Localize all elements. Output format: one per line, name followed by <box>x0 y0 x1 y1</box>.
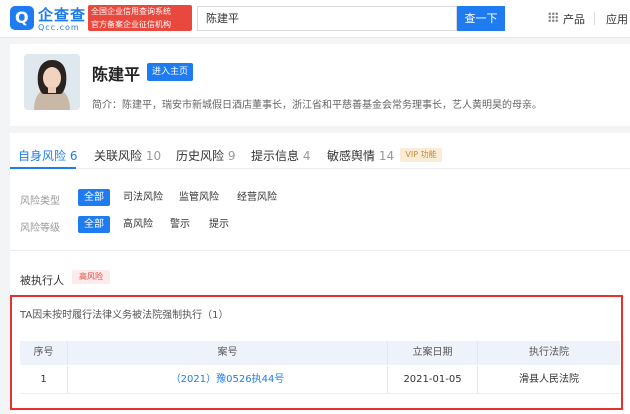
section-divider <box>10 250 630 251</box>
badge-line-2: 官方备案企业征信机构 <box>91 20 171 29</box>
nav-product[interactable]: 产品 <box>563 11 585 27</box>
tab-label: 关联风险 <box>94 149 143 163</box>
tab-hint-info[interactable]: 提示信息 4 <box>251 147 310 164</box>
enter-homepage-button[interactable]: 进入主页 <box>147 63 193 81</box>
grid-menu-icon[interactable] <box>548 12 558 22</box>
column-header: 执行法院 <box>529 347 569 358</box>
active-tab-underline <box>10 167 76 169</box>
filter-level-all[interactable]: 全部 <box>78 216 110 233</box>
tab-count: 6 <box>69 149 78 163</box>
search-input[interactable]: 陈建平 <box>197 6 457 31</box>
high-risk-badge: 高风险 <box>72 270 110 284</box>
tab-sensitive-news[interactable]: 敏感舆情 14 <box>327 147 394 164</box>
case-number-link[interactable]: （2021）豫0526执44号 <box>68 366 388 393</box>
tab-label: 敏感舆情 <box>327 149 376 163</box>
filter-type-all[interactable]: 全部 <box>78 189 110 206</box>
table-header: 序号 案号 立案日期 执行法院 <box>20 341 620 365</box>
search-button[interactable]: 查一下 <box>457 6 505 31</box>
logo-domain: Qcc.com <box>38 23 80 32</box>
filter-type-regulatory[interactable]: 监管风险 <box>179 189 219 206</box>
tab-count: 14 <box>378 149 395 163</box>
filter-type-judicial[interactable]: 司法风险 <box>123 189 163 206</box>
risk-panel: 自身风险 6 关联风险 10 历史风险 9 提示信息 4 敏感舆情 14 VIP… <box>10 133 630 414</box>
person-bio: 简介：陈建平，瑞安市新城假日酒店董事长，浙江省和平慈善基金会常务理事长，艺人黄明… <box>92 100 542 111</box>
filter-type-operational[interactable]: 经营风险 <box>237 189 277 206</box>
column-header: 立案日期 <box>388 341 478 365</box>
tab-label: 历史风险 <box>176 149 225 163</box>
badge-line-1: 全国企业信用查询系统 <box>91 7 171 16</box>
vip-feature-tag: VIP 功能 <box>400 148 442 162</box>
section-title: 被执行人 <box>20 274 64 287</box>
row-index: 1 <box>20 366 68 393</box>
tab-related-risk[interactable]: 关联风险 10 <box>94 147 161 164</box>
table-row: 1 （2021）豫0526执44号 2021-01-05 滑县人民法院 <box>20 366 620 394</box>
tab-history-risk[interactable]: 历史风险 9 <box>176 147 235 164</box>
tab-label: 自身风险 <box>18 149 67 163</box>
tab-count: 10 <box>145 149 162 163</box>
logo-name[interactable]: 企查查 <box>38 4 86 25</box>
column-header: 案号 <box>68 341 388 365</box>
case-title: TA因未按时履行法律义务被法院强制执行（1） <box>20 310 229 321</box>
risk-tabs: 自身风险 6 关联风险 10 历史风险 9 提示信息 4 敏感舆情 14 VIP… <box>10 133 630 169</box>
executing-court: 滑县人民法院 <box>519 374 579 385</box>
official-badge: 全国企业信用查询系统 官方备案企业征信机构 <box>88 5 192 31</box>
tab-self-risk[interactable]: 自身风险 6 <box>18 147 77 164</box>
profile-card: 陈建平 进入主页 简介：陈建平，瑞安市新城假日酒店董事长，浙江省和平慈善基金会常… <box>10 44 630 126</box>
column-header: 序号 <box>20 341 68 365</box>
nav-divider <box>594 12 595 25</box>
risk-level-label: 风险等级 <box>20 223 60 234</box>
filter-level-warning[interactable]: 警示 <box>170 216 190 233</box>
filter-level-high[interactable]: 高风险 <box>123 216 153 233</box>
top-header: 企查查 Qcc.com 全国企业信用查询系统 官方备案企业征信机构 陈建平 查一… <box>0 0 630 38</box>
filing-date: 2021-01-05 <box>388 366 478 393</box>
risk-type-label: 风险类型 <box>20 196 60 207</box>
nav-app[interactable]: 应用 <box>606 11 628 27</box>
qcc-logo-icon[interactable] <box>10 6 34 30</box>
filter-level-hint[interactable]: 提示 <box>209 216 229 233</box>
tab-label: 提示信息 <box>251 149 300 163</box>
tab-count: 4 <box>302 149 311 163</box>
tab-count: 9 <box>227 149 236 163</box>
person-name: 陈建平 <box>92 65 141 84</box>
avatar <box>24 54 80 110</box>
